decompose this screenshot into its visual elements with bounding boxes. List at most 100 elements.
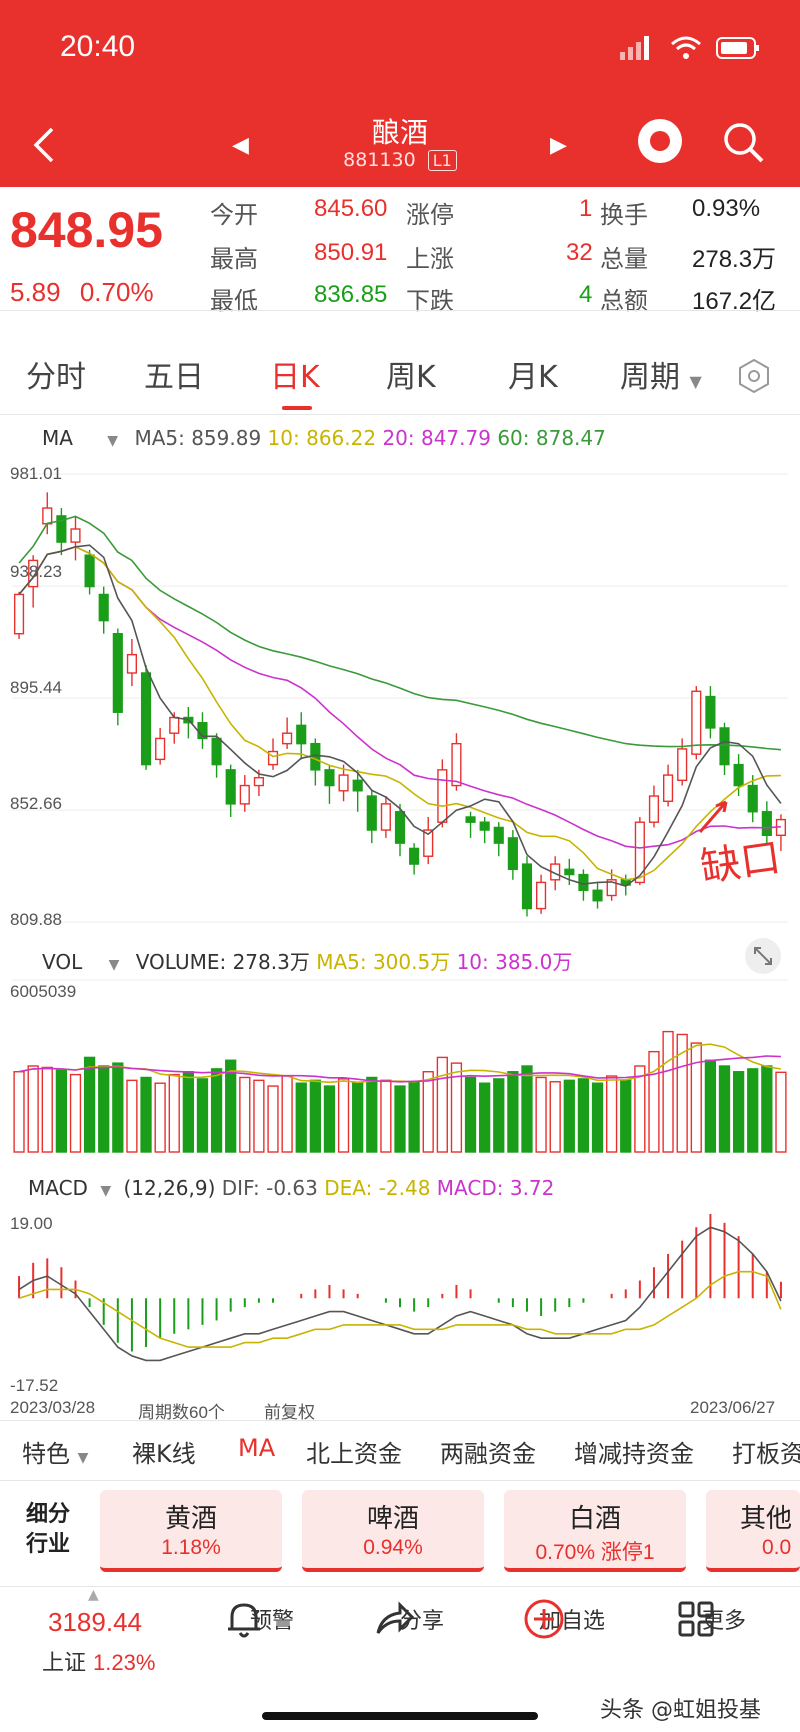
tab-period[interactable]: 周期 ▼ — [620, 352, 702, 396]
candle-body — [253, 777, 264, 787]
candle-body — [338, 774, 349, 792]
volume-bar — [605, 1075, 618, 1153]
tab-intraday[interactable]: 分时 — [26, 352, 86, 396]
candle-body — [493, 826, 504, 844]
volume-bar — [704, 1059, 717, 1153]
candle-body — [225, 769, 236, 805]
volume-bar — [253, 1079, 265, 1153]
candle-body — [366, 795, 377, 831]
sector-card-huangjiu[interactable]: 黄酒 1.18% — [100, 1490, 282, 1572]
candle-body — [465, 816, 476, 823]
tool-margin[interactable]: 两融资金 — [440, 1434, 536, 1469]
volume-bar — [591, 1082, 604, 1153]
macd-axis-max: 19.00 — [10, 1214, 53, 1233]
sector-name: 黄酒 — [164, 1504, 217, 1534]
dif-line — [18, 1226, 782, 1362]
tab-monthly-k[interactable]: 月K — [508, 352, 558, 396]
volume-bar — [535, 1076, 547, 1153]
candle-body — [310, 742, 321, 771]
search-button[interactable] — [720, 119, 768, 167]
price-axis-2: 938.23 — [10, 562, 62, 581]
candle-body — [564, 868, 575, 876]
nav-share[interactable]: 分享 — [372, 1597, 472, 1635]
volume-bar — [69, 1073, 82, 1153]
vol-axis-max: 6005039 — [10, 982, 77, 1001]
tab-five-day[interactable]: 五日 — [144, 352, 204, 396]
signal-icon — [620, 36, 649, 60]
candle-body — [296, 724, 307, 745]
settings-hex-icon[interactable] — [736, 358, 772, 394]
sector-pct: 0.70% 涨停1 — [535, 1541, 655, 1564]
volume-bar — [761, 1065, 773, 1153]
sector-name: 白酒 — [568, 1504, 621, 1534]
candle-body — [84, 554, 95, 588]
candle-body — [394, 811, 406, 844]
price-axis-bottom: 809.88 — [10, 910, 62, 929]
candle-body — [70, 528, 81, 543]
volume-bar — [295, 1082, 307, 1153]
volume-bar — [196, 1078, 209, 1153]
arrow-annotation — [698, 800, 728, 833]
candle-body — [592, 889, 603, 902]
quote-count: 4 — [579, 281, 593, 308]
volume-bar — [493, 1078, 505, 1153]
mascot-icon[interactable] — [638, 119, 682, 163]
candle-body — [380, 803, 391, 831]
candle-body — [705, 695, 716, 729]
expand-button[interactable] — [745, 938, 781, 974]
candle-body — [211, 737, 222, 766]
candle-body — [13, 593, 25, 635]
sector-pct: 1.18% — [161, 1536, 221, 1559]
volume-bar — [13, 1071, 25, 1153]
quote-label: 最高 — [210, 246, 258, 273]
volume-bar — [27, 1065, 39, 1153]
tab-weekly-k[interactable]: 周K — [386, 352, 436, 396]
kline-chart-area[interactable]: MA ▼ MA5: 859.89 10: 866.22 20: 847.79 6… — [0, 414, 800, 1422]
status-bar: 20:40 — [0, 0, 800, 105]
candle-body — [112, 633, 123, 713]
volume-bar — [775, 1071, 787, 1153]
volume-bar — [422, 1071, 434, 1153]
price-change: 5.89 0.70% — [10, 277, 154, 308]
tool-limit-up[interactable]: 打板资 — [732, 1434, 800, 1469]
volume-bar — [747, 1068, 759, 1153]
tab-daily-k[interactable]: 日K — [270, 352, 320, 396]
indicator-toolbar: 特色 ▼ 裸K线 MA 北上资金 两融资金 增减持资金 打板资 — [0, 1420, 800, 1480]
home-indicator[interactable] — [262, 1712, 538, 1720]
candle-body — [719, 727, 730, 766]
nav-more[interactable]: 更多 — [674, 1597, 774, 1637]
volume-bar — [267, 1085, 279, 1153]
quote-value: 278.3万 — [692, 246, 777, 273]
quote-value: 0.93% — [692, 195, 761, 222]
quote-label: 换手 — [600, 202, 648, 229]
volume-bar — [648, 1050, 660, 1153]
dropdown-icon: ▼ — [77, 1450, 89, 1466]
volume-bar — [337, 1078, 350, 1153]
macd-axis-min: -17.52 — [10, 1376, 59, 1395]
tool-northbound[interactable]: 北上资金 — [306, 1434, 402, 1469]
stock-code: 881130 L1 — [0, 149, 800, 171]
tool-holdings[interactable]: 增减持资金 — [574, 1434, 694, 1469]
volume-bar — [83, 1056, 96, 1153]
sector-card-pijiu[interactable]: 啤酒 0.94% — [302, 1490, 484, 1572]
price-axis-3: 895.44 — [10, 678, 62, 697]
next-stock-button[interactable]: ▶ — [550, 133, 567, 158]
index-name: 上证 — [42, 1651, 87, 1676]
tool-featured[interactable]: 特色 ▼ — [22, 1434, 88, 1469]
volume-bar — [690, 1042, 702, 1153]
volume-bar — [507, 1071, 519, 1153]
volume-bar — [182, 1071, 195, 1153]
sector-card-baijiu[interactable]: 白酒 0.70% 涨停1 — [504, 1490, 686, 1572]
tool-ma[interactable]: MA — [238, 1434, 275, 1462]
volume-bar — [281, 1075, 293, 1153]
candle-body — [479, 821, 490, 831]
stock-code-text: 881130 — [343, 149, 416, 171]
nav-add-watchlist[interactable]: 加自选 — [522, 1597, 622, 1639]
volume-bar — [620, 1079, 632, 1153]
nav-alert[interactable]: 预警 — [222, 1597, 322, 1638]
index-value: 3189.44 — [48, 1607, 142, 1637]
tool-naked-k[interactable]: 裸K线 — [132, 1434, 196, 1469]
candle-body — [648, 795, 660, 823]
sector-card-other[interactable]: 其他 0.0 — [706, 1490, 800, 1572]
volume-bar — [380, 1079, 392, 1153]
